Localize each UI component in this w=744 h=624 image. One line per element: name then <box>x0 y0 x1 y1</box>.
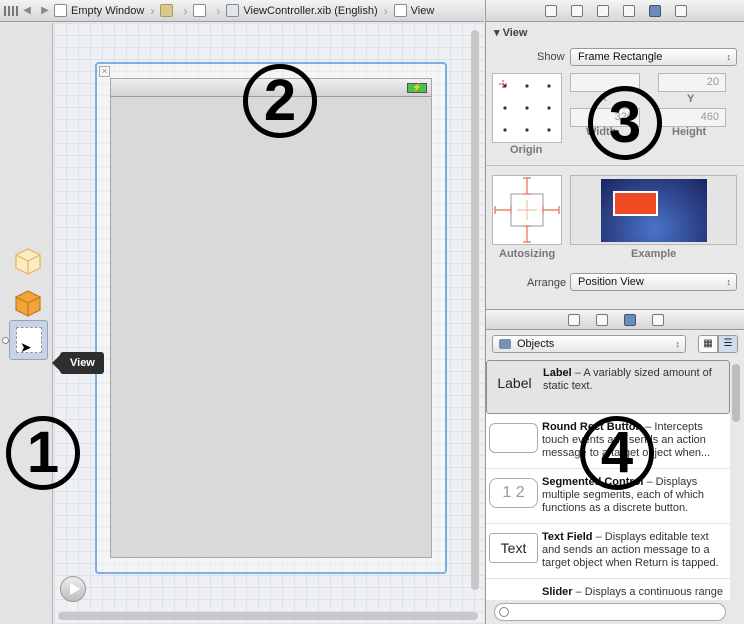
callout-1: 1 <box>6 416 80 490</box>
crumb-separator: › <box>383 3 388 18</box>
origin-grid[interactable] <box>492 73 562 143</box>
example-preview <box>570 175 737 245</box>
item-name: Slider <box>542 586 573 598</box>
forward-icon[interactable]: ▶ <box>36 5 54 16</box>
files-owner-cube-icon[interactable] <box>14 289 42 317</box>
example-label: Example <box>631 248 677 260</box>
grid-view-icon[interactable]: ▦ <box>698 335 718 353</box>
group-icon <box>193 4 207 17</box>
view-connection-dot[interactable] <box>2 337 9 344</box>
show-label: Show <box>537 51 565 63</box>
related-files-icon[interactable] <box>4 5 18 16</box>
crumb-separator: › <box>183 3 188 18</box>
library-scrollbar[interactable] <box>732 364 740 422</box>
segmented-thumb: 1 2 <box>489 478 538 508</box>
item-name: Label <box>543 367 572 379</box>
attributes-inspector-icon[interactable] <box>622 4 635 17</box>
height-label: Height <box>672 126 707 138</box>
view-tooltip: View <box>52 352 104 374</box>
arrange-label: Arrange <box>527 277 567 289</box>
autosizing-springs-icon <box>494 177 560 243</box>
origin-points-icon <box>499 80 551 132</box>
iphone-view[interactable]: ⚡ <box>110 78 432 558</box>
library-filter-popup[interactable]: Objects <box>492 335 686 353</box>
search-icon <box>499 607 509 617</box>
section-view-header[interactable]: ▾ View <box>486 26 744 39</box>
object-library-icon[interactable] <box>623 313 636 326</box>
callout-4: 4 <box>580 416 654 490</box>
connections-inspector-icon[interactable] <box>674 4 687 17</box>
close-view-icon[interactable]: × <box>99 66 110 77</box>
quick-help-icon[interactable] <box>570 4 583 17</box>
example-rect <box>613 191 658 216</box>
file-inspector-icon[interactable] <box>544 4 557 17</box>
inspector-divider <box>486 165 744 166</box>
play-button[interactable] <box>60 576 86 602</box>
show-popup[interactable]: Frame Rectangle <box>570 48 737 66</box>
size-inspector-icon[interactable] <box>648 4 661 17</box>
identity-inspector-icon[interactable] <box>596 4 609 17</box>
file-templates-icon[interactable] <box>567 313 580 326</box>
list-view-icon[interactable]: ☰ <box>718 335 738 353</box>
label-thumb: Label <box>497 375 532 391</box>
library-item-label[interactable]: Label Label – A variably sized amount of… <box>486 360 730 414</box>
inspector-tabs <box>486 0 744 22</box>
canvas-vertical-scrollbar[interactable] <box>471 30 479 590</box>
origin-label: Origin <box>510 144 543 156</box>
crumb-separator: › <box>216 3 221 18</box>
library-tabs <box>486 309 744 330</box>
slider-thumb <box>489 588 538 600</box>
y-label: Y <box>687 93 695 105</box>
media-library-icon[interactable] <box>651 313 664 326</box>
crumb-separator: › <box>150 3 155 18</box>
library-search-field[interactable] <box>494 603 726 621</box>
crumb-group[interactable] <box>193 4 210 17</box>
cursor-arrow-icon: ➤ <box>20 339 32 355</box>
canvas-horizontal-scrollbar[interactable] <box>58 612 478 620</box>
back-icon[interactable]: ◀ <box>18 5 36 16</box>
autosizing-control[interactable] <box>492 175 562 245</box>
jump-bar: ◀ ▶ Empty Window › › › ViewController.xi… <box>0 0 484 22</box>
height-field[interactable]: 460 <box>658 108 726 127</box>
arrange-popup[interactable]: Position View <box>570 273 737 291</box>
button-thumb <box>489 423 538 453</box>
objects-folder-icon <box>499 339 511 349</box>
y-field[interactable]: 20 <box>658 73 726 92</box>
code-snippets-icon[interactable] <box>595 313 608 326</box>
view-icon <box>393 4 407 17</box>
dock-view-item[interactable]: ➤ <box>9 320 48 360</box>
autosizing-label: Autosizing <box>499 248 556 260</box>
crumb-project[interactable]: Empty Window <box>54 4 144 17</box>
callout-3: 3 <box>588 86 662 160</box>
project-icon <box>54 4 67 17</box>
battery-icon: ⚡ <box>407 83 427 93</box>
crumb-folder[interactable] <box>160 4 177 17</box>
item-name: Text Field <box>542 531 593 543</box>
library-item-slider[interactable]: Slider – Displays a continuous range of … <box>486 580 730 600</box>
textfield-thumb: Text <box>489 533 538 563</box>
library-item-text-field[interactable]: Text Text Field – Displays editable text… <box>486 525 730 579</box>
crumb-xib[interactable]: ViewController.xib (English) <box>226 4 378 17</box>
xib-file-icon <box>226 4 240 17</box>
callout-2: 2 <box>243 64 317 138</box>
folder-icon <box>160 4 174 17</box>
placeholder-cube-icon[interactable] <box>14 247 42 275</box>
crumb-view[interactable]: View <box>393 4 434 17</box>
